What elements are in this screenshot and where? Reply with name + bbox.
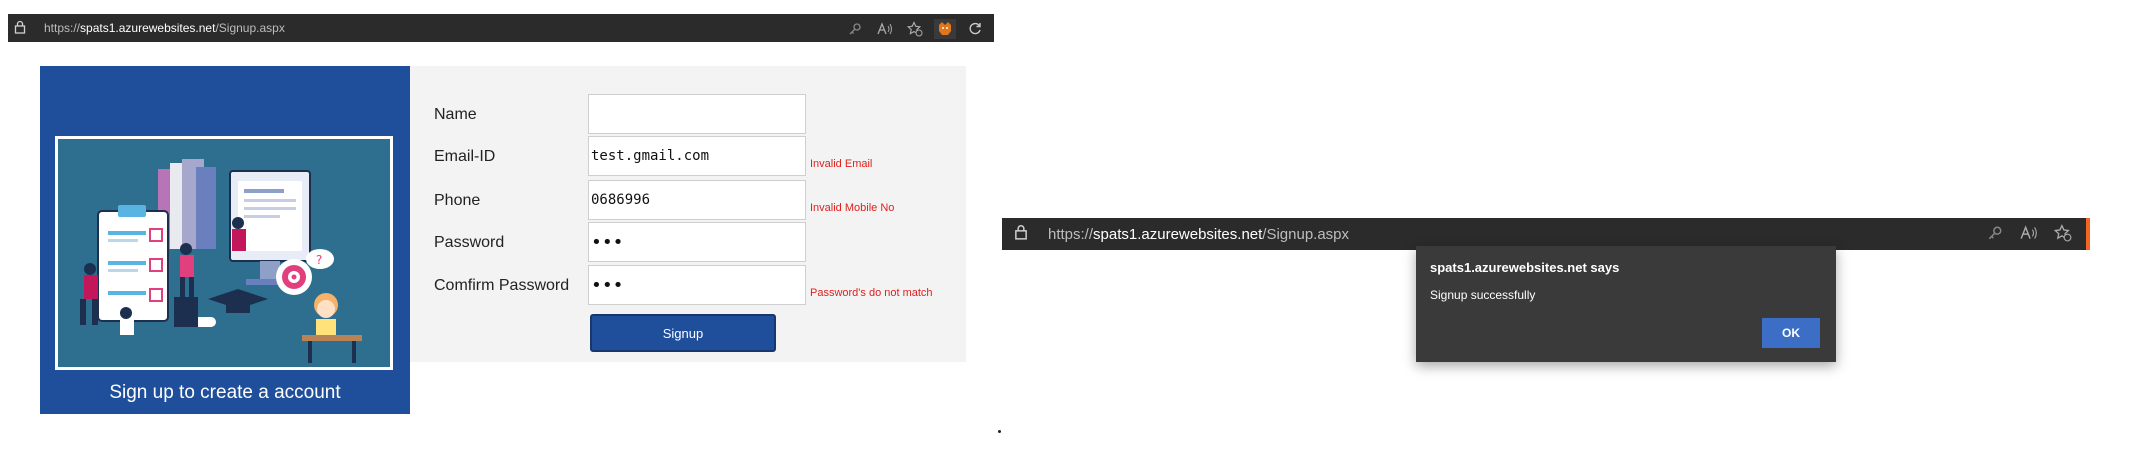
lock-icon[interactable]: [1014, 224, 1032, 244]
ok-button[interactable]: OK: [1762, 318, 1820, 348]
url-text[interactable]: https://spats1.azurewebsites.net/Signup.…: [44, 21, 285, 35]
dialog-title: spats1.azurewebsites.net says: [1430, 260, 1620, 275]
email-input[interactable]: [588, 136, 806, 176]
key-icon[interactable]: [1978, 225, 2012, 246]
address-bar[interactable]: https://spats1.azurewebsites.net/Signup.…: [8, 14, 994, 42]
confirm-password-error: Password's do not match: [810, 287, 933, 299]
confirm-password-label: Comfirm Password: [434, 277, 570, 294]
password-label: Password: [434, 234, 505, 251]
dialog-message: Signup successfully: [1430, 288, 1536, 302]
key-icon[interactable]: [840, 22, 870, 39]
lock-icon[interactable]: [14, 20, 30, 37]
url-text[interactable]: https://spats1.azurewebsites.net/Signup.…: [1048, 226, 1349, 243]
stray-dot: [998, 430, 1001, 433]
refresh-icon[interactable]: [960, 22, 990, 39]
svg-text:?: ?: [316, 253, 322, 267]
signup-button[interactable]: Signup: [590, 314, 776, 352]
favorite-icon[interactable]: [900, 21, 930, 40]
confirm-password-input[interactable]: [588, 265, 806, 305]
phone-error: Invalid Mobile No: [810, 202, 895, 214]
email-label: Email-ID: [434, 148, 496, 165]
read-aloud-icon[interactable]: [2012, 225, 2046, 246]
name-label: Name: [434, 106, 477, 123]
signup-illustration: ?: [55, 136, 393, 370]
email-error: Invalid Email: [810, 158, 873, 170]
alert-dialog: spats1.azurewebsites.net says Signup suc…: [1416, 246, 1836, 362]
favorite-icon[interactable]: [2046, 224, 2080, 247]
extension-icon[interactable]: [930, 19, 960, 42]
password-input[interactable]: [588, 222, 806, 262]
extension-edge: [2086, 218, 2090, 250]
phone-input[interactable]: [588, 180, 806, 220]
signup-form: Name Email-ID Invalid Email Phone Invali…: [410, 66, 966, 362]
phone-label: Phone: [434, 192, 481, 209]
read-aloud-icon[interactable]: [870, 22, 900, 39]
signup-banner: ? Sign up to create a account: [40, 66, 410, 414]
name-input[interactable]: [588, 94, 806, 134]
banner-caption: Sign up to create a account: [109, 382, 341, 403]
